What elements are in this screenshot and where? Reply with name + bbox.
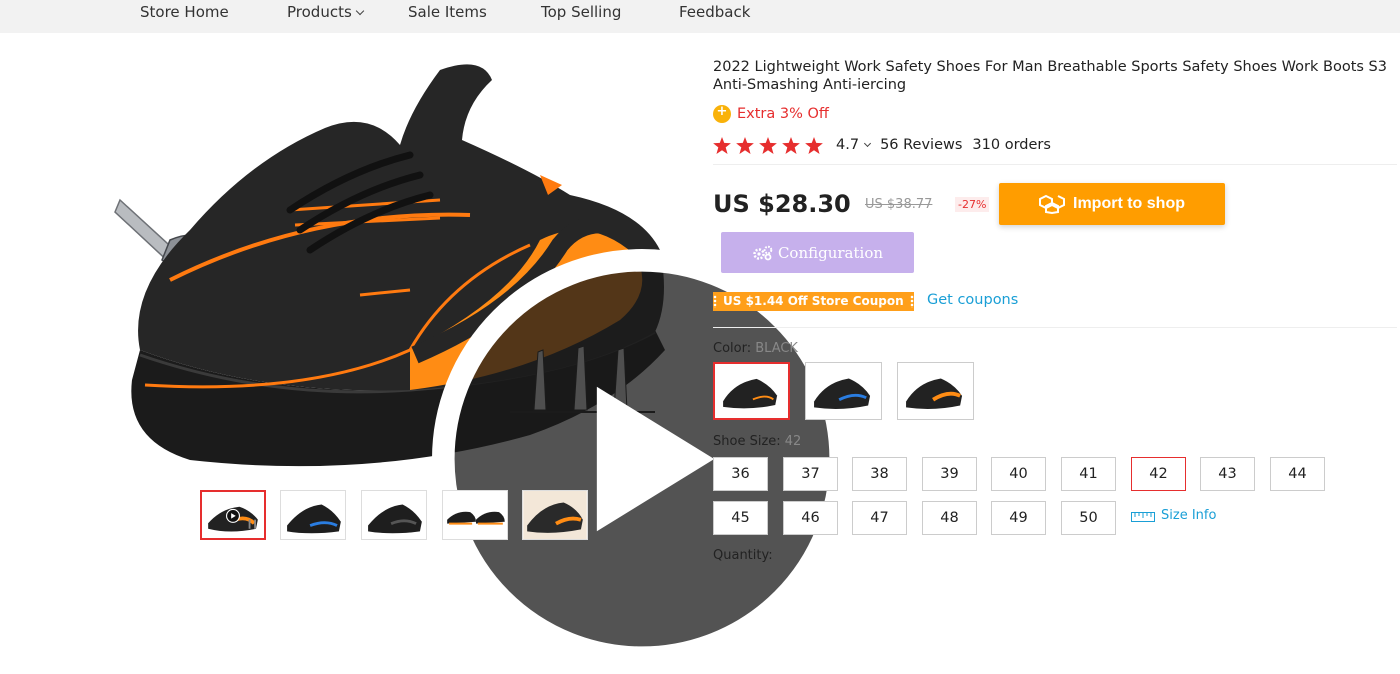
star-icon — [782, 136, 800, 154]
product-title: 2022 Lightweight Work Safety Shoes For M… — [713, 59, 1387, 93]
color-swatch-black-blue[interactable] — [805, 362, 882, 420]
nav-sale-items[interactable]: Sale Items — [408, 3, 487, 21]
star-icon — [759, 136, 777, 154]
store-coupon-badge: US $1.44 Off Store Coupon — [713, 292, 914, 311]
reviews-count[interactable]: 56 Reviews — [880, 137, 962, 153]
nav-products-label: Products — [287, 3, 352, 21]
size-option-45[interactable]: 45 — [713, 501, 768, 535]
thumbnail-3[interactable] — [361, 490, 427, 540]
size-option-39[interactable]: 39 — [922, 457, 977, 491]
size-label: Shoe Size: — [713, 434, 781, 449]
nav-top-selling-label: Top Selling — [541, 3, 622, 21]
configuration-label: Configuration — [777, 243, 884, 262]
divider — [713, 327, 1397, 328]
nav-sale-items-label: Sale Items — [408, 3, 487, 21]
product-main-image[interactable] — [110, 50, 852, 669]
extra-discount-promo: Extra 3% Off — [713, 104, 829, 124]
quantity-label: Quantity: — [713, 548, 773, 563]
get-coupons-link[interactable]: Get coupons — [927, 292, 1018, 308]
chevron-down-icon[interactable] — [864, 139, 872, 147]
divider — [713, 164, 1397, 165]
nav-store-home-label: Store Home — [140, 3, 229, 21]
ruler-icon — [1131, 511, 1155, 522]
product-info-panel: 2022 Lightweight Work Safety Shoes For M… — [713, 0, 1400, 563]
nav-top-selling[interactable]: Top Selling — [541, 3, 621, 21]
size-option-37[interactable]: 37 — [783, 457, 838, 491]
extra-discount-text: Extra 3% Off — [737, 106, 829, 122]
import-to-shop-label: Import to shop — [1073, 195, 1185, 212]
size-option-50[interactable]: 50 — [1061, 501, 1116, 535]
rating-row: 4.7 56 Reviews 310 orders — [713, 135, 1051, 155]
rating-stars — [713, 136, 828, 154]
configuration-button[interactable]: Configuration — [721, 232, 914, 273]
size-option-49[interactable]: 49 — [991, 501, 1046, 535]
color-swatch-black-orange[interactable] — [713, 362, 790, 420]
size-option-42[interactable]: 42 — [1131, 457, 1186, 491]
size-option-43[interactable]: 43 — [1200, 457, 1255, 491]
size-label-row: Shoe Size: 42 — [713, 434, 801, 449]
size-option-38[interactable]: 38 — [852, 457, 907, 491]
size-option-46[interactable]: 46 — [783, 501, 838, 535]
size-option-40[interactable]: 40 — [991, 457, 1046, 491]
orders-count: 310 orders — [972, 137, 1051, 153]
size-option-41[interactable]: 41 — [1061, 457, 1116, 491]
thumbnail-shoe-video — [208, 506, 258, 532]
size-option-47[interactable]: 47 — [852, 501, 907, 535]
thumbnail-shoe-side — [523, 491, 587, 539]
original-price: US $38.77 — [865, 197, 933, 212]
star-icon — [736, 136, 754, 154]
thumbnail-2[interactable] — [280, 490, 346, 540]
color-swatch-black-orange-2[interactable] — [897, 362, 974, 420]
swatch-shoe-image — [814, 378, 871, 409]
thumbnail-shoe-blue — [287, 504, 341, 534]
size-info-label: Size Info — [1161, 508, 1217, 523]
size-value: 42 — [784, 434, 802, 449]
thumbnail-4[interactable] — [442, 490, 508, 540]
swatch-shoe-image — [723, 378, 778, 409]
current-price: US $28.30 — [713, 190, 851, 218]
color-label-row: Color: BLACK — [713, 341, 798, 356]
gears-icon — [753, 245, 773, 260]
nav-products[interactable]: Products — [287, 3, 365, 21]
color-value: BLACK — [755, 341, 798, 356]
import-to-shop-button[interactable]: Import to shop — [999, 183, 1225, 225]
nav-store-home[interactable]: Store Home — [140, 3, 229, 21]
star-icon — [805, 136, 823, 154]
thumbnail-shoe-black — [368, 504, 422, 534]
size-option-36[interactable]: 36 — [713, 457, 768, 491]
swatch-shoe-image — [906, 378, 963, 409]
rating-value[interactable]: 4.7 — [836, 137, 859, 153]
thumbnail-1[interactable] — [200, 490, 266, 540]
size-option-44[interactable]: 44 — [1270, 457, 1325, 491]
boxes-icon — [1039, 194, 1065, 214]
size-option-48[interactable]: 48 — [922, 501, 977, 535]
thumbnail-shoe-pair — [447, 511, 505, 525]
discount-badge: -27% — [955, 197, 990, 212]
chevron-down-icon — [355, 6, 365, 16]
star-icon — [713, 136, 731, 154]
coin-icon — [713, 104, 731, 123]
play-video-button[interactable] — [362, 244, 852, 669]
color-label: Color: — [713, 341, 752, 356]
size-info-link[interactable]: Size Info — [1131, 508, 1216, 523]
thumbnail-5[interactable] — [522, 490, 588, 540]
